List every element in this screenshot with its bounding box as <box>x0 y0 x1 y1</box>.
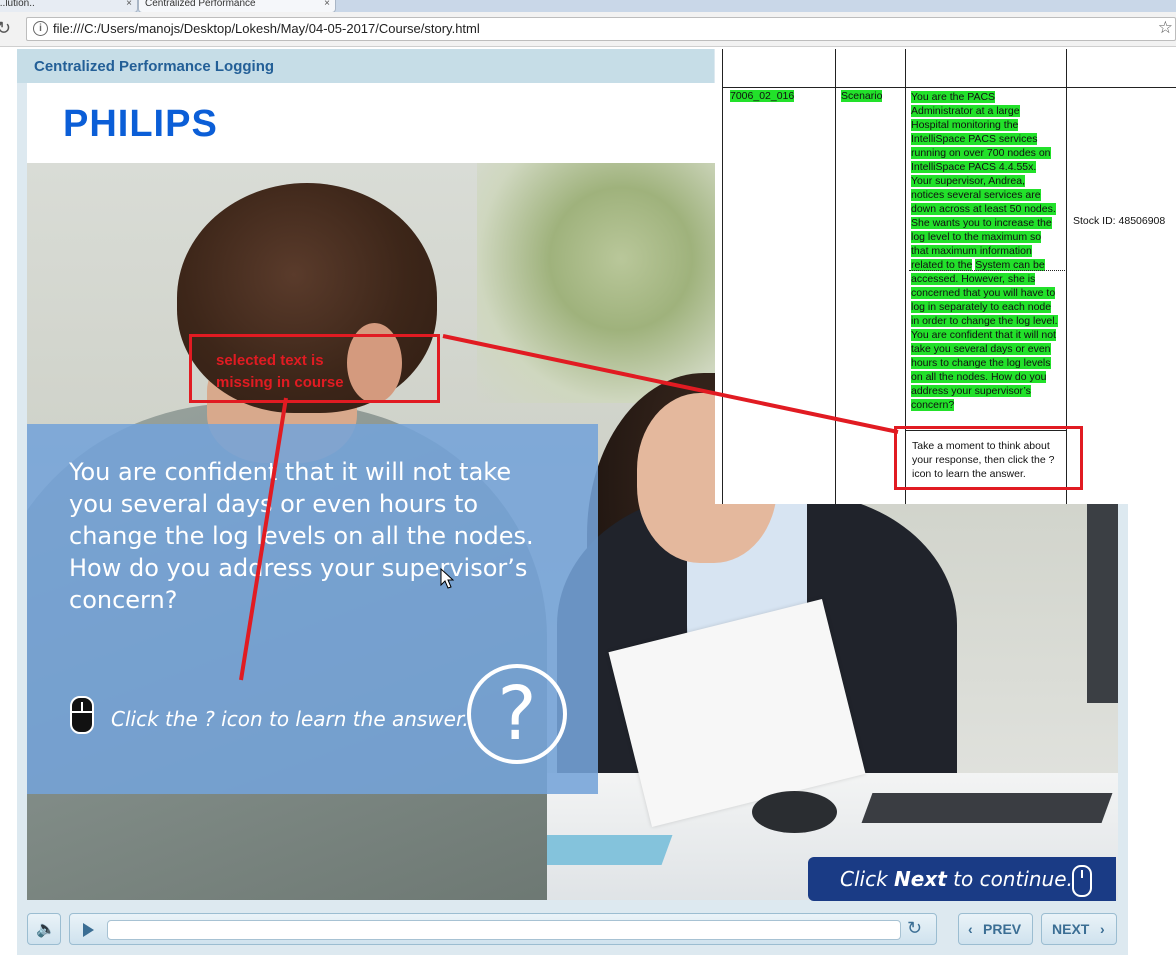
logo-band: PHILIPS <box>27 83 715 163</box>
monitor <box>1087 503 1118 703</box>
hint-text: Click the ? icon to learn the answer. <box>111 707 469 731</box>
next-label: NEXT <box>1052 921 1090 937</box>
scenario-text-part2: System can be accessed. However, she is … <box>911 259 1058 411</box>
annotation-box: selected text is missing in course <box>189 334 440 403</box>
play-icon[interactable] <box>83 923 94 937</box>
browser-tab-active[interactable]: Centralized Performance × <box>138 0 336 12</box>
next-button[interactable]: NEXT › <box>1041 913 1117 945</box>
chevron-right-icon: › <box>1100 921 1105 937</box>
chevron-left-icon: ‹ <box>968 921 973 937</box>
annotation-note: selected text is missing in course <box>216 352 344 391</box>
table-border <box>835 49 836 504</box>
tab-title: ...lution.. <box>0 0 35 9</box>
address-bar: ↻ i file:///C:/Users/manojs/Desktop/Loke… <box>0 12 1176 47</box>
folder <box>531 835 673 865</box>
mouse-icon <box>1072 865 1092 897</box>
row-type: Scenario <box>841 90 883 102</box>
next-banner-suffix: to continue. <box>946 867 1073 891</box>
prev-label: PREV <box>983 921 1022 937</box>
tab-strip: ...lution.. × Centralized Performance × <box>0 0 1176 12</box>
help-icon[interactable]: ? <box>467 664 567 764</box>
scenario-text-part1: You are the PACS Administrator at a larg… <box>911 91 1056 271</box>
volume-icon: 🔈 <box>36 921 56 938</box>
cursor-icon <box>440 568 454 589</box>
plant <box>477 163 717 403</box>
next-banner-text: Click Next to continue. <box>840 867 1073 891</box>
question-text: You are confident that it will not take … <box>69 458 534 614</box>
progress-track[interactable] <box>107 920 901 940</box>
tab-title: Centralized Performance <box>145 0 256 9</box>
table-border <box>722 87 1176 88</box>
next-banner-prefix: Click <box>840 867 895 891</box>
prev-button[interactable]: ‹ PREV <box>958 913 1033 945</box>
close-icon[interactable]: × <box>126 0 132 12</box>
reload-icon[interactable]: ↻ <box>0 18 11 39</box>
row-id: 7006_02_016 <box>730 90 795 102</box>
url-text[interactable]: file:///C:/Users/manojs/Desktop/Lokesh/M… <box>53 21 480 36</box>
page-break-line <box>909 270 1065 271</box>
mouse-icon <box>70 696 94 734</box>
scenario-text: You are the PACS Administrator at a larg… <box>911 90 1058 412</box>
replay-icon[interactable]: ↻ <box>907 918 922 939</box>
course-title-bar: Centralized Performance Logging <box>17 49 714 83</box>
volume-button[interactable]: 🔈 <box>27 913 61 945</box>
player-controls: 🔈 ↻ ‹ PREV NEXT › <box>27 913 1118 953</box>
stock-id: Stock ID: 48506908 <box>1073 215 1166 227</box>
next-banner: Click Next to continue. <box>808 857 1116 901</box>
url-field[interactable]: i file:///C:/Users/manojs/Desktop/Lokesh… <box>26 17 1176 41</box>
next-banner-emphasis: Next <box>894 867 947 891</box>
annotation-box <box>894 426 1083 490</box>
philips-logo: PHILIPS <box>63 103 218 145</box>
browser-tab[interactable]: ...lution.. × <box>0 0 138 12</box>
close-icon[interactable]: × <box>324 0 330 12</box>
info-icon[interactable]: i <box>33 21 48 36</box>
course-title: Centralized Performance Logging <box>34 58 275 75</box>
seekbar: ↻ <box>69 913 937 945</box>
star-icon[interactable]: ☆ <box>1158 18 1173 38</box>
desk-mouse <box>752 791 837 833</box>
keyboard <box>861 793 1113 823</box>
question-panel: You are confident that it will not take … <box>27 424 598 794</box>
table-border <box>722 49 723 504</box>
